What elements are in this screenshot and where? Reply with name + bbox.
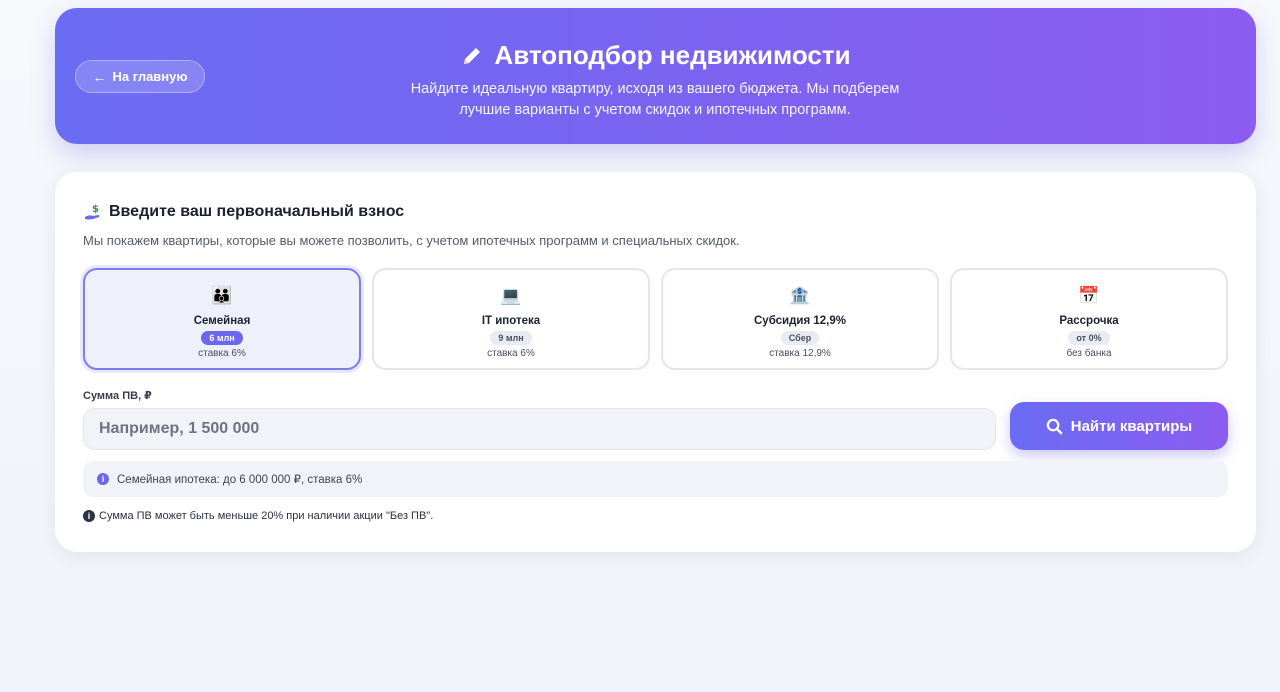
laptop-icon: 💻 — [500, 286, 522, 305]
family-icon: 👪 — [211, 286, 233, 305]
program-rate: ставка 6% — [198, 348, 246, 359]
program-limit-badge: Сбер — [780, 331, 820, 345]
program-limit-badge: 6 млн — [201, 331, 243, 345]
bank-icon: 🏦 — [789, 286, 811, 305]
program-option-subsidy[interactable]: 🏦 Субсидия 12,9% Сбер ставка 12,9% — [661, 268, 939, 370]
program-rate: без банка — [1066, 348, 1112, 359]
program-rate: ставка 12,9% — [769, 348, 831, 359]
down-payment-input[interactable] — [83, 408, 996, 450]
info-icon: i — [97, 473, 109, 485]
back-home-label: На главную — [112, 69, 188, 84]
page-title-row: Автоподбор недвижимости — [55, 40, 1256, 71]
down-payment-note: i Сумма ПВ может быть меньше 20% при нал… — [83, 510, 433, 522]
amount-field-label: Сумма ПВ, ₽ — [83, 390, 152, 402]
page-title: Автоподбор недвижимости — [494, 40, 851, 70]
program-info-bar: i Семейная ипотека: до 6 000 000 ₽, став… — [83, 461, 1228, 497]
program-info-text: Семейная ипотека: до 6 000 000 ₽, ставка… — [117, 474, 363, 486]
program-option-it[interactable]: 💻 IT ипотека 9 млн ставка 6% — [372, 268, 650, 370]
search-icon — [1046, 418, 1063, 434]
program-option-family[interactable]: 👪 Семейная 6 млн ставка 6% — [83, 268, 361, 370]
note-text: Сумма ПВ может быть меньше 20% при налич… — [99, 510, 434, 522]
program-rate: ставка 6% — [487, 348, 535, 359]
program-name: Семейная — [193, 315, 251, 327]
form-title: Введите ваш первоначальный взнос — [109, 203, 405, 220]
program-limit-badge: 9 млн — [490, 331, 532, 345]
info-icon: i — [83, 510, 95, 522]
hero-header: ← На главную Автоподбор недвижимости Най… — [55, 8, 1256, 144]
mortgage-program-options: 👪 Семейная 6 млн ставка 6% 💻 IT ипотека … — [83, 268, 1228, 370]
page-subtitle: Найдите идеальную квартиру, исходя из ва… — [410, 81, 900, 118]
program-option-installment[interactable]: 📅 Рассрочка от 0% без банка — [950, 268, 1228, 370]
form-description: Мы покажем квартиры, которые вы можете п… — [83, 233, 740, 248]
calendar-icon: 📅 — [1078, 286, 1100, 305]
program-limit-badge: от 0% — [1068, 331, 1110, 345]
program-name: Рассрочка — [1059, 315, 1119, 327]
find-apartments-label: Найти квартиры — [1070, 417, 1193, 435]
svg-text:$: $ — [92, 204, 99, 215]
pencil-icon — [464, 47, 481, 64]
budget-form-card: $ Введите ваш первоначальный взнос Мы по… — [55, 172, 1256, 552]
program-name: Субсидия 12,9% — [754, 315, 846, 327]
money-hand-icon: $ — [85, 204, 100, 220]
form-title-row: $ Введите ваш первоначальный взнос — [83, 202, 404, 222]
find-apartments-button[interactable]: Найти квартиры — [1010, 402, 1228, 450]
program-name: IT ипотека — [481, 315, 541, 327]
